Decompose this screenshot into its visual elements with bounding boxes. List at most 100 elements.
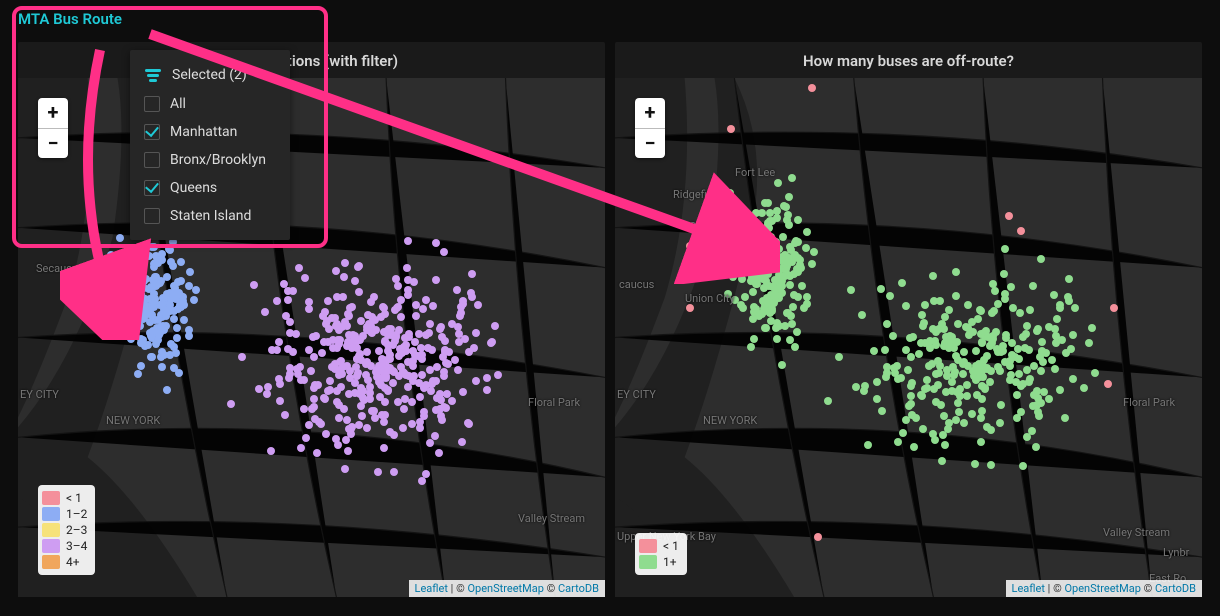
data-point [1013, 391, 1021, 399]
data-point [267, 447, 275, 455]
data-point [932, 341, 940, 349]
data-point [724, 290, 732, 298]
legend-swatch [42, 555, 60, 569]
data-point [366, 389, 374, 397]
data-point [336, 336, 344, 344]
data-point [305, 421, 313, 429]
dropdown-option[interactable]: All [130, 90, 290, 118]
data-point [433, 363, 441, 371]
cartodb-link[interactable]: CartoDB [1155, 582, 1196, 595]
data-point [1002, 331, 1010, 339]
data-point [923, 384, 931, 392]
data-point [930, 297, 938, 305]
data-point [943, 372, 951, 380]
filter-dropdown-trigger[interactable]: MTA Bus Route [18, 10, 122, 28]
data-point [398, 349, 406, 357]
leaflet-link[interactable]: Leaflet [415, 582, 448, 595]
legend-swatch [42, 523, 60, 537]
dropdown-option[interactable]: Manhattan [130, 118, 290, 146]
data-point [132, 269, 140, 277]
data-point [929, 325, 937, 333]
data-point [1023, 322, 1031, 330]
zoom-in-button[interactable]: + [635, 98, 665, 128]
data-point [442, 404, 450, 412]
data-point [238, 353, 246, 361]
data-point [158, 363, 166, 371]
legend-label: 2–3 [66, 523, 87, 537]
dropdown-selected-summary[interactable]: Selected (2) [130, 60, 290, 90]
leaflet-link[interactable]: Leaflet [1012, 582, 1045, 595]
data-point [333, 293, 341, 301]
data-point [186, 268, 194, 276]
cartodb-link[interactable]: CartoDB [558, 582, 599, 595]
data-point [415, 379, 423, 387]
map-left[interactable]: + − EY CITYNEW YORKSecaucusFloral ParkVa… [18, 78, 605, 597]
data-point [780, 202, 788, 210]
zoom-in-button[interactable]: + [38, 98, 68, 128]
data-point [324, 297, 332, 305]
data-point [720, 251, 728, 259]
checkbox-icon [144, 96, 160, 112]
dropdown-option[interactable]: Queens [130, 174, 290, 202]
data-point [975, 360, 983, 368]
data-point [952, 352, 960, 360]
data-point [1012, 378, 1020, 386]
data-point [426, 439, 434, 447]
legend-label: < 1 [663, 539, 679, 553]
data-point [814, 533, 822, 541]
legend-label: 4+ [66, 555, 80, 569]
data-point [170, 282, 178, 290]
data-point [459, 388, 467, 396]
data-point [150, 243, 158, 251]
filter-icon [144, 66, 162, 84]
data-point [750, 335, 758, 343]
data-point [808, 260, 816, 268]
data-point [749, 315, 757, 323]
data-point [877, 285, 885, 293]
data-point [747, 343, 755, 351]
data-point [268, 346, 276, 354]
data-point [921, 301, 929, 309]
data-point [297, 376, 305, 384]
zoom-out-button[interactable]: − [38, 128, 68, 158]
dropdown-option-label: Manhattan [170, 124, 237, 140]
data-point [1000, 270, 1008, 278]
data-point [370, 293, 378, 301]
data-point [309, 333, 317, 341]
data-point [791, 343, 799, 351]
legend: < 11+ [635, 533, 687, 575]
data-point [939, 431, 947, 439]
data-point [987, 426, 995, 434]
data-point [404, 383, 412, 391]
data-point [784, 309, 792, 317]
data-point [1056, 301, 1064, 309]
data-point [401, 334, 409, 342]
map-right[interactable]: + − EY CITYNEW YORKFort LeeRidgefieldCli… [615, 78, 1202, 597]
data-point [1014, 345, 1022, 353]
data-point [907, 392, 915, 400]
data-point [436, 325, 444, 333]
data-point [400, 405, 408, 413]
data-point [1045, 395, 1053, 403]
osm-link[interactable]: OpenStreetMap [467, 582, 543, 595]
filter-dropdown: Selected (2) All Manhattan Bronx/BrooklynQ… [130, 50, 290, 240]
data-point [949, 363, 957, 371]
dropdown-option[interactable]: Bronx/Brooklyn [130, 146, 290, 174]
data-point [954, 320, 962, 328]
data-point [1033, 327, 1041, 335]
zoom-out-button[interactable]: − [635, 128, 665, 158]
data-point [765, 224, 773, 232]
data-point [762, 324, 770, 332]
data-point [737, 301, 745, 309]
data-point [157, 323, 165, 331]
data-point [427, 387, 435, 395]
data-point [494, 371, 502, 379]
osm-link[interactable]: OpenStreetMap [1064, 582, 1140, 595]
data-point [110, 289, 118, 297]
data-point [345, 312, 353, 320]
data-point [341, 465, 349, 473]
data-point [457, 303, 465, 311]
dropdown-option[interactable]: Staten Island [130, 202, 290, 230]
data-point [355, 421, 363, 429]
data-point [1026, 306, 1034, 314]
